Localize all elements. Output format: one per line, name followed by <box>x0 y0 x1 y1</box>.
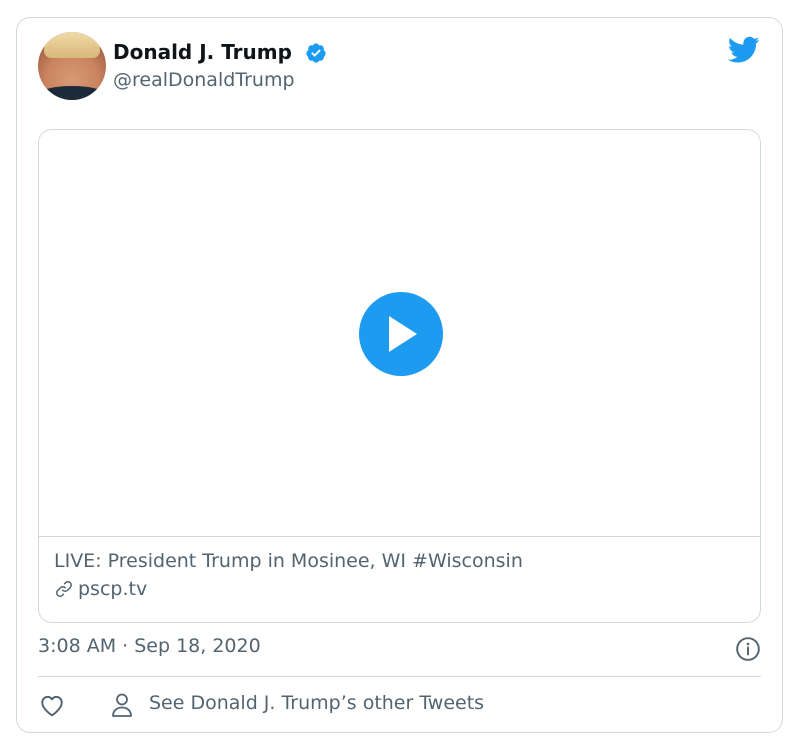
divider <box>38 676 761 677</box>
play-button[interactable] <box>359 292 443 376</box>
see-other-tweets-link[interactable]: See Donald J. Trump’s other Tweets <box>149 692 484 714</box>
avatar[interactable] <box>38 32 106 100</box>
media-link-domain[interactable]: pscp.tv <box>78 578 147 600</box>
media-link[interactable]: pscp.tv <box>54 578 760 600</box>
twitter-bird-icon[interactable] <box>728 36 760 64</box>
info-icon[interactable] <box>735 636 761 662</box>
author-handle[interactable]: @realDonaldTrump <box>113 69 295 91</box>
verified-badge-icon <box>306 43 326 63</box>
link-icon <box>56 581 72 597</box>
tweet-card: Donald J. Trump @realDonaldTrump LIVE: P… <box>16 17 783 733</box>
tweet-timestamp[interactable]: 3:08 AM · Sep 18, 2020 <box>38 635 261 657</box>
avatar-suit <box>38 86 106 100</box>
media-card[interactable]: LIVE: President Trump in Mosinee, WI #Wi… <box>38 129 761 623</box>
author-name[interactable]: Donald J. Trump <box>113 40 292 64</box>
person-icon <box>112 693 132 717</box>
video-player[interactable] <box>39 130 760 536</box>
play-icon <box>389 316 417 352</box>
heart-icon[interactable] <box>39 693 65 717</box>
media-title[interactable]: LIVE: President Trump in Mosinee, WI #Wi… <box>54 550 760 572</box>
media-info[interactable]: LIVE: President Trump in Mosinee, WI #Wi… <box>39 536 760 622</box>
avatar-hair <box>44 32 100 58</box>
